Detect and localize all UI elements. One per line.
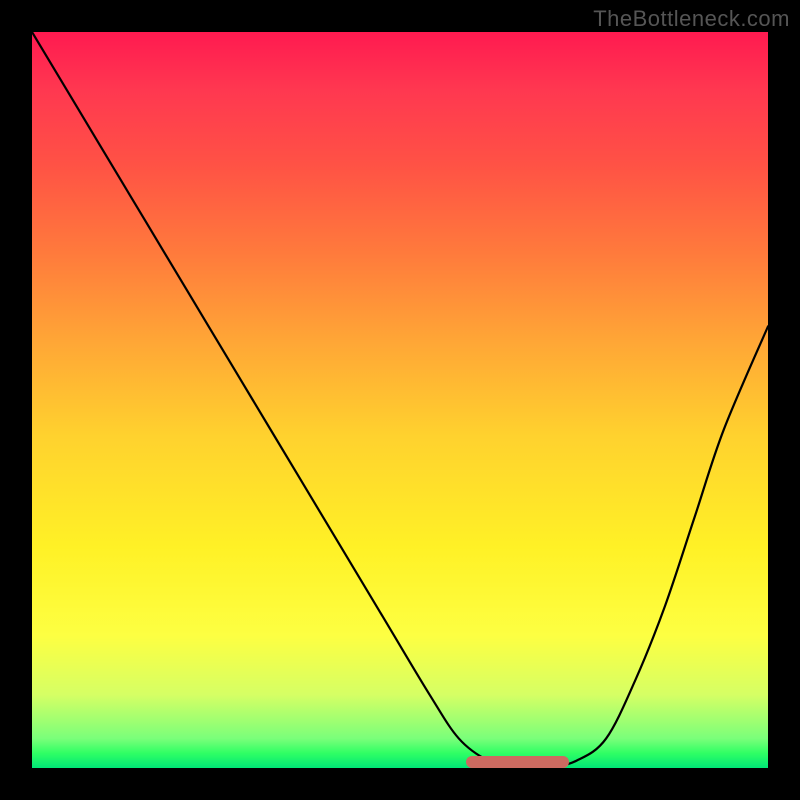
watermark-text: TheBottleneck.com — [593, 6, 790, 32]
chart-frame: TheBottleneck.com — [0, 0, 800, 800]
optimal-range-marker — [466, 756, 569, 768]
plot-area — [32, 32, 768, 768]
bottleneck-curve — [32, 32, 768, 768]
curve-svg — [32, 32, 768, 768]
